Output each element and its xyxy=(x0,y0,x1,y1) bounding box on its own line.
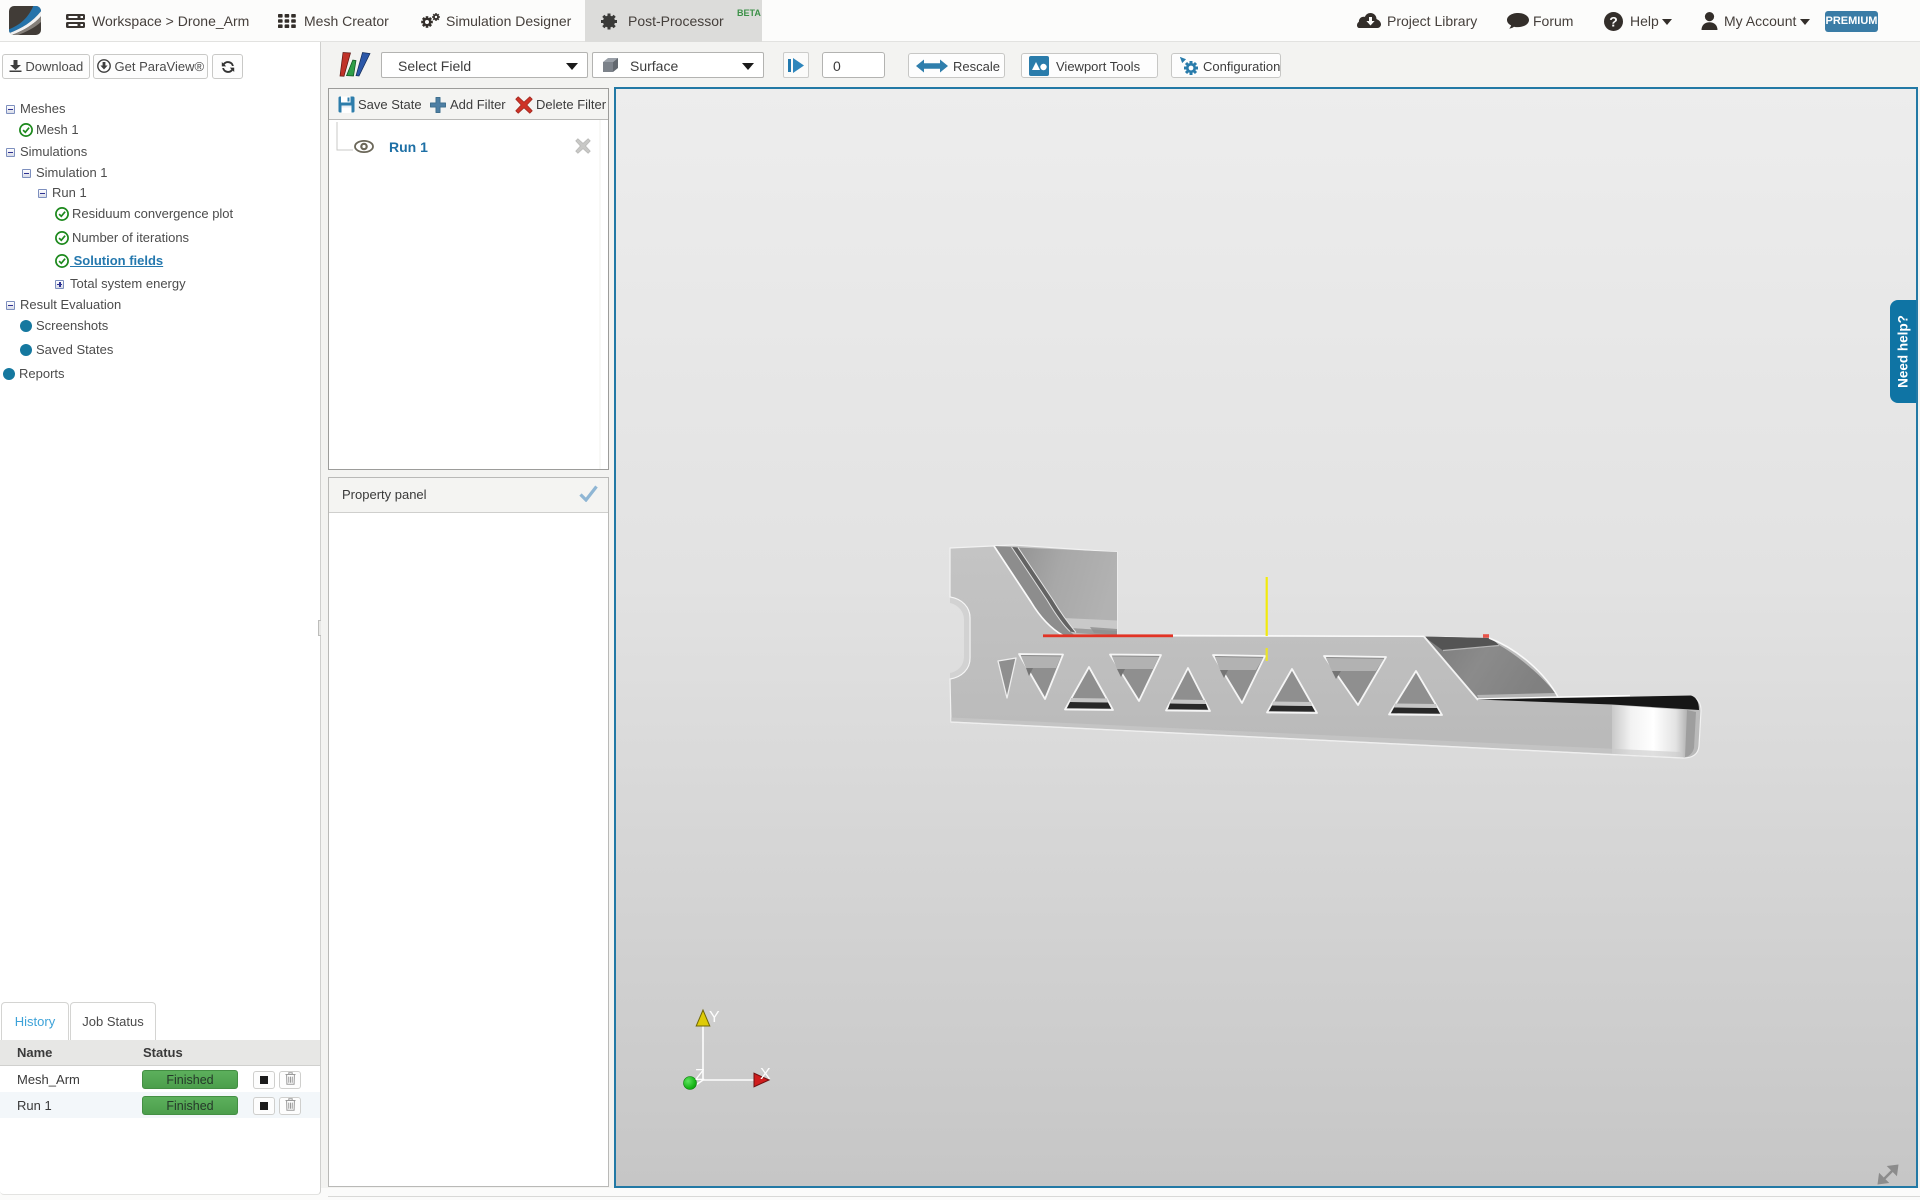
svg-text:Z: Z xyxy=(695,1067,705,1084)
svg-text:Run 1: Run 1 xyxy=(389,139,428,155)
svg-text:?: ? xyxy=(1609,14,1618,30)
svg-text:Y: Y xyxy=(709,1009,720,1026)
svg-text:X: X xyxy=(760,1066,771,1083)
